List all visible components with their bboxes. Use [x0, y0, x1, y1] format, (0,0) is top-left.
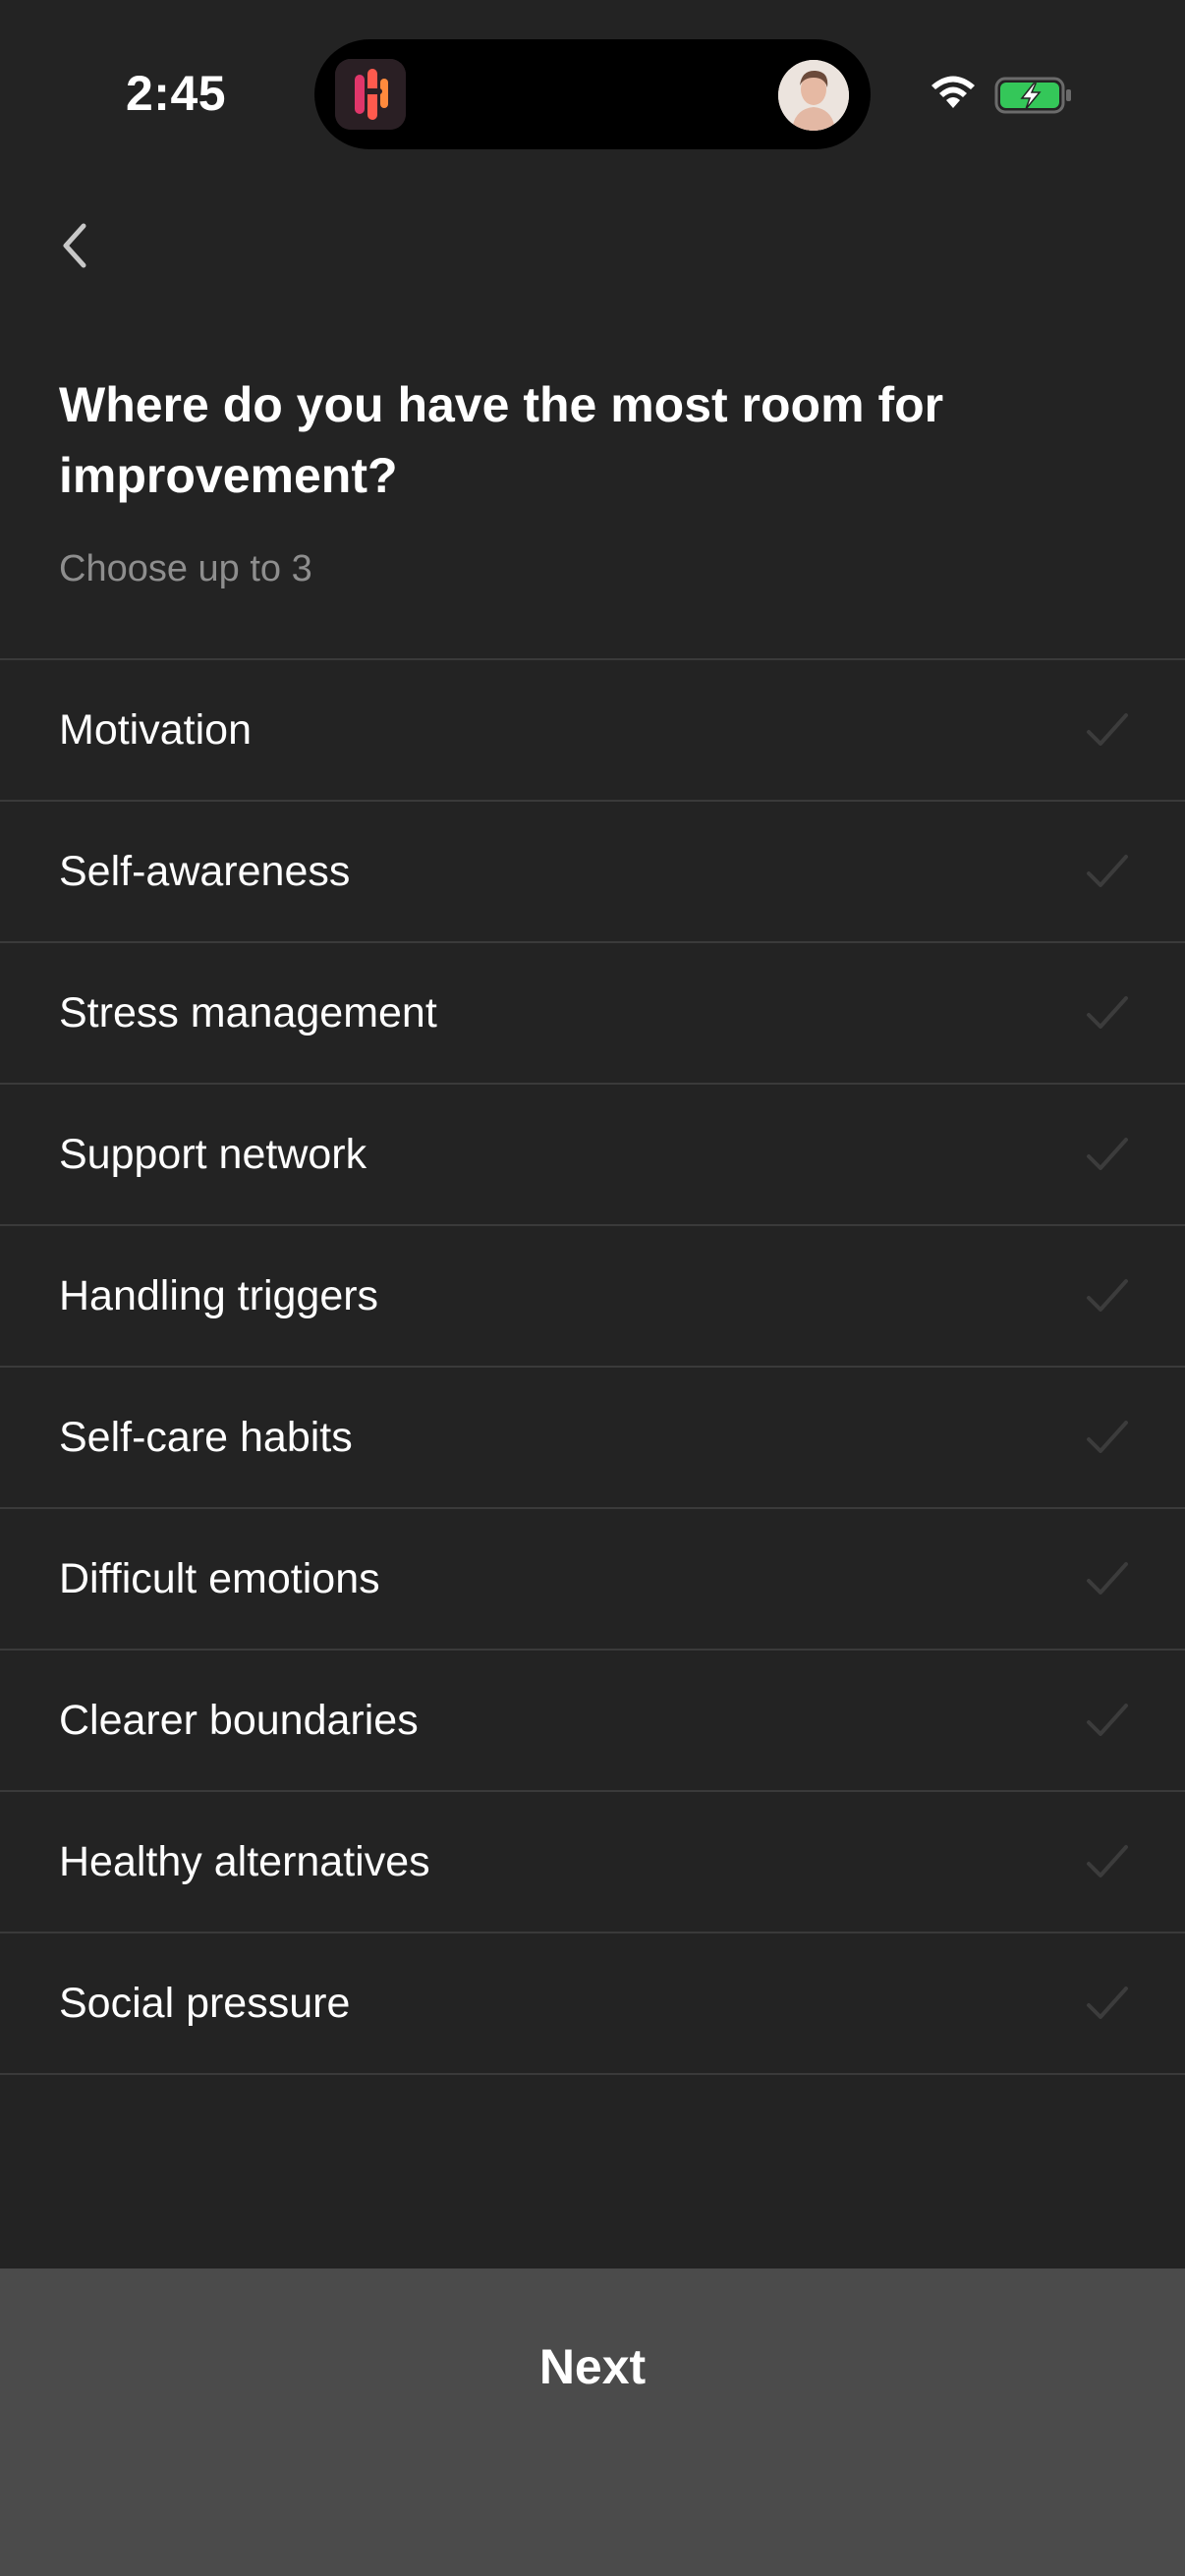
options-list: Motivation Self-awareness Stress managem…: [0, 658, 1185, 2075]
option-stress-management[interactable]: Stress management: [0, 943, 1185, 1085]
checkmark-icon: [1087, 1279, 1128, 1312]
option-label: Self-awareness: [59, 847, 351, 895]
option-label: Clearer boundaries: [59, 1696, 419, 1744]
option-difficult-emotions[interactable]: Difficult emotions: [0, 1509, 1185, 1651]
page-title: Where do you have the most room for impr…: [59, 377, 944, 503]
option-label: Motivation: [59, 705, 252, 754]
page-subtitle: Choose up to 3: [59, 548, 312, 589]
option-self-care-habits[interactable]: Self-care habits: [0, 1368, 1185, 1509]
checkmark-icon: [1087, 1562, 1128, 1595]
option-handling-triggers[interactable]: Handling triggers: [0, 1226, 1185, 1368]
checkmark-icon: [1087, 713, 1128, 746]
chevron-left-icon: [63, 223, 86, 268]
avatar: [778, 60, 849, 131]
option-social-pressure[interactable]: Social pressure: [0, 1933, 1185, 2075]
checkmark-icon: [1087, 1704, 1128, 1736]
next-button[interactable]: Next: [0, 2268, 1185, 2465]
option-label: Difficult emotions: [59, 1554, 380, 1602]
option-motivation[interactable]: Motivation: [0, 660, 1185, 802]
option-label: Self-care habits: [59, 1413, 353, 1461]
option-label: Healthy alternatives: [59, 1837, 430, 1885]
screen: 2:45 Where do you have the most room for…: [0, 0, 1185, 2576]
option-support-network[interactable]: Support network: [0, 1085, 1185, 1226]
option-label: Handling triggers: [59, 1271, 379, 1319]
option-healthy-alternatives[interactable]: Healthy alternatives: [0, 1792, 1185, 1933]
checkmark-icon: [1087, 1987, 1128, 2019]
option-label: Support network: [59, 1130, 367, 1178]
option-self-awareness[interactable]: Self-awareness: [0, 802, 1185, 943]
wifi-icon: [928, 73, 979, 117]
battery-charging-icon: [994, 77, 1073, 121]
option-clearer-boundaries[interactable]: Clearer boundaries: [0, 1651, 1185, 1792]
checkmark-icon: [1087, 1138, 1128, 1170]
status-time: 2:45: [126, 66, 227, 121]
checkmark-icon: [1087, 996, 1128, 1029]
back-button[interactable]: [51, 218, 98, 273]
footer-bar: Next: [0, 2268, 1185, 2576]
option-label: Stress management: [59, 988, 437, 1036]
checkmark-icon: [1087, 855, 1128, 887]
checkmark-icon: [1087, 1845, 1128, 1877]
app-activity-icon: [335, 59, 406, 130]
dynamic-island[interactable]: [314, 39, 871, 149]
option-label: Social pressure: [59, 1979, 351, 2027]
checkmark-icon: [1087, 1421, 1128, 1453]
